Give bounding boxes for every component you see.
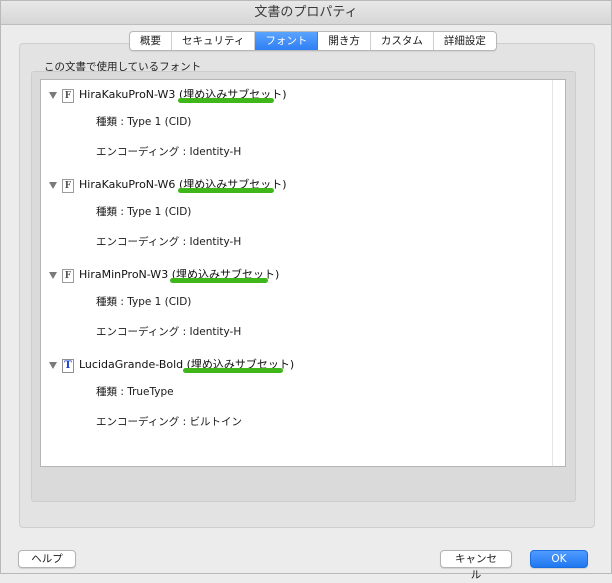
disclosure-triangle-icon[interactable] [49, 362, 57, 369]
help-button[interactable]: ヘルプ [18, 550, 76, 568]
font-type: 種類 : Type 1 (CID) [96, 296, 192, 308]
disclosure-triangle-icon[interactable] [49, 92, 57, 99]
tab-initial-view[interactable]: 開き方 [318, 32, 371, 50]
type1-font-icon: F [62, 179, 74, 193]
tab-advanced[interactable]: 詳細設定 [434, 32, 496, 50]
font-encoding: エンコーディング : Identity-H [96, 146, 242, 158]
embedded-highlight-mark [183, 368, 283, 373]
font-type: 種類 : Type 1 (CID) [96, 206, 192, 218]
window-title: 文書のプロパティ [1, 1, 611, 25]
disclosure-triangle-icon[interactable] [49, 272, 57, 279]
embedded-highlight-mark [178, 188, 274, 193]
font-encoding: エンコーディング : ビルトイン [96, 416, 242, 428]
font-type: 種類 : TrueType [96, 386, 174, 398]
font-entry: F HiraKakuProN-W3 (埋め込みサブセット) 種類 : Type … [41, 84, 551, 164]
font-list[interactable]: F HiraKakuProN-W3 (埋め込みサブセット) 種類 : Type … [40, 79, 566, 467]
disclosure-triangle-icon[interactable] [49, 182, 57, 189]
type1-font-icon: F [62, 269, 74, 283]
font-encoding: エンコーディング : Identity-H [96, 326, 242, 338]
embedded-highlight-mark [170, 278, 268, 283]
list-scrollbar-divider [552, 80, 553, 466]
font-entry: T LucidaGrande-Bold (埋め込みサブセット) 種類 : Tru… [41, 354, 551, 434]
tab-custom[interactable]: カスタム [371, 32, 434, 50]
font-encoding: エンコーディング : Identity-H [96, 236, 242, 248]
tab-security[interactable]: セキュリティ [172, 32, 256, 50]
truetype-font-icon: T [62, 359, 74, 373]
document-properties-dialog: 文書のプロパティ 概要 セキュリティ フォント 開き方 カスタム 詳細設定 この… [0, 0, 612, 581]
font-entry: F HiraKakuProN-W6 (埋め込みサブセット) 種類 : Type … [41, 174, 551, 254]
tab-fonts[interactable]: フォント [255, 32, 319, 50]
font-entry: F HiraMinProN-W3 (埋め込みサブセット) 種類 : Type 1… [41, 264, 551, 344]
tab-bar: 概要 セキュリティ フォント 開き方 カスタム 詳細設定 [129, 31, 497, 51]
cancel-button[interactable]: キャンセル [440, 550, 512, 581]
ok-button[interactable]: OK [530, 550, 588, 568]
tab-summary[interactable]: 概要 [130, 32, 172, 50]
embedded-highlight-mark [178, 98, 274, 103]
type1-font-icon: F [62, 89, 74, 103]
font-type: 種類 : Type 1 (CID) [96, 116, 192, 128]
